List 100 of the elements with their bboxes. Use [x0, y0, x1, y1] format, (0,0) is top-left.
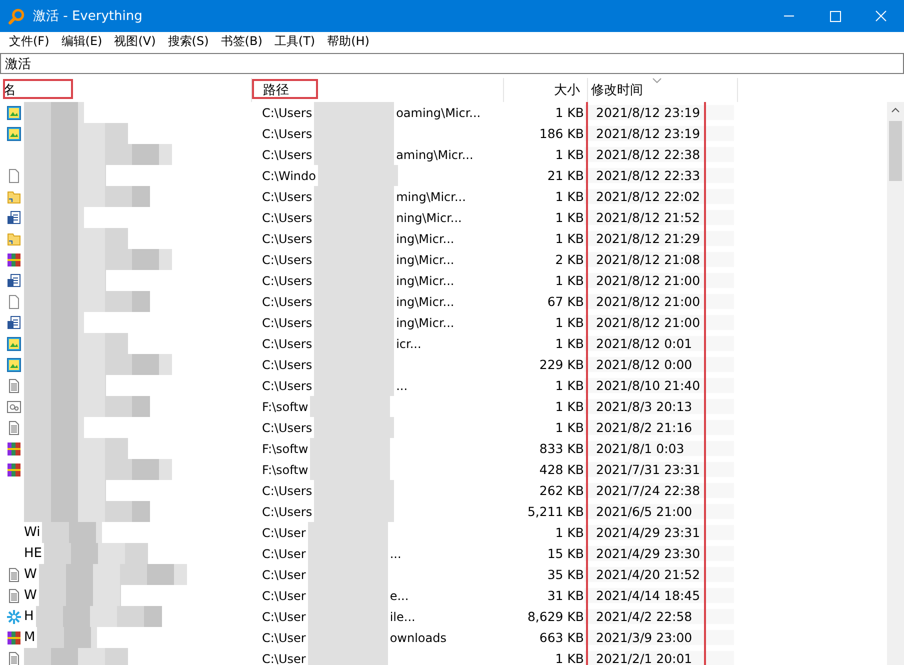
file-path: C:\User	[262, 630, 306, 644]
file-name: W	[24, 567, 37, 582]
file-path: ning\Micr...	[396, 210, 462, 224]
archive-icon	[6, 440, 22, 456]
modified-time: 2021/8/12 21:00	[596, 315, 700, 330]
column-header[interactable]: 修改时间	[588, 81, 646, 99]
magnifier-icon	[8, 8, 25, 24]
file-path: C:\User	[262, 546, 306, 560]
modified-time: 2021/2/1 20:01	[596, 651, 692, 665]
menu-item[interactable]: 工具(T)	[268, 33, 322, 50]
file-size: 1 KB	[555, 189, 584, 204]
archive-icon	[6, 462, 22, 478]
file-size: 229 KB	[539, 357, 584, 372]
file-path: ownloads	[390, 630, 446, 644]
file-path: C:\User	[262, 568, 306, 582]
modified-time: 2021/8/3 20:13	[596, 399, 692, 414]
modified-time: 2021/8/12 21:08	[596, 252, 700, 267]
file-path: C:\Users	[262, 484, 312, 498]
file-path: F:\softw	[262, 400, 308, 414]
file-path: ing\Micr...	[396, 252, 454, 266]
blank-icon	[6, 168, 22, 184]
file-size: 8,629 KB	[527, 609, 584, 624]
file-size: 1 KB	[555, 525, 584, 540]
file-path: C:\Users	[262, 190, 312, 204]
scrollbar[interactable]	[887, 102, 904, 665]
file-size: 1 KB	[555, 273, 584, 288]
column-header[interactable]: 大小	[551, 81, 583, 99]
file-size: 1 KB	[555, 210, 584, 225]
file-path: C:\Users	[262, 106, 312, 120]
file-path: C:\Users	[262, 316, 312, 330]
image-icon	[6, 356, 22, 372]
modified-time: 2021/8/12 22:38	[596, 147, 700, 162]
menu-item[interactable]: 搜索(S)	[162, 33, 215, 50]
modified-time: 2021/8/1 0:03	[596, 441, 684, 456]
file-size: 1 KB	[555, 231, 584, 246]
file-path: ing\Micr...	[396, 232, 454, 246]
modified-time: 2021/4/20 21:52	[596, 567, 700, 582]
image-icon	[6, 126, 22, 142]
modified-time: 2021/8/12 23:19	[596, 126, 700, 141]
modified-time: 2021/8/12 22:02	[596, 189, 700, 204]
text-icon	[6, 420, 22, 436]
file-path: C:\Users	[262, 294, 312, 308]
file-path: ing\Micr...	[396, 316, 454, 330]
modified-time: 2021/6/5 21:00	[596, 504, 692, 519]
file-path: oaming\Micr...	[396, 106, 481, 120]
file-size: 5,211 KB	[527, 504, 584, 519]
file-path: C:\Users	[262, 126, 312, 140]
file-path: C:\Users	[262, 232, 312, 246]
file-size: 2 KB	[555, 252, 584, 267]
file-path: ...	[396, 378, 408, 392]
menu-item[interactable]: 文件(F)	[3, 33, 56, 50]
file-size: 428 KB	[539, 462, 584, 477]
file-path: C:\Users	[262, 504, 312, 518]
modified-time: 2021/8/10 21:40	[596, 378, 700, 393]
file-path: ming\Micr...	[396, 190, 466, 204]
text-icon	[6, 588, 22, 604]
file-path: C:\Users	[262, 252, 312, 266]
file-path: ...	[390, 546, 402, 560]
file-name: H	[24, 609, 34, 624]
file-size: 833 KB	[539, 441, 584, 456]
menu-item[interactable]: 帮助(H)	[321, 33, 376, 50]
file-path: C:\Users	[262, 148, 312, 162]
star-icon	[6, 608, 22, 624]
file-size: 35 KB	[547, 567, 584, 582]
file-size: 1 KB	[555, 651, 584, 665]
file-path: ing\Micr...	[396, 294, 454, 308]
menu-item[interactable]: 书签(B)	[214, 33, 268, 50]
file-size: 21 KB	[547, 168, 584, 183]
file-path: aming\Micr...	[396, 148, 474, 162]
blank-icon	[6, 294, 22, 310]
file-size: 186 KB	[539, 126, 584, 141]
file-path: C:\User	[262, 652, 306, 665]
file-size: 1 KB	[555, 378, 584, 393]
modified-time: 2021/8/12 0:00	[596, 357, 692, 372]
file-path: C:\User	[262, 610, 306, 624]
file-size: 1 KB	[555, 315, 584, 330]
menu-item[interactable]: 视图(V)	[108, 33, 162, 50]
file-path: icr...	[396, 336, 422, 350]
file-size: 1 KB	[555, 399, 584, 414]
file-path: C:\Users	[262, 274, 312, 288]
scroll-thumb[interactable]	[889, 121, 902, 181]
image-icon	[6, 104, 22, 120]
folder-icon	[6, 188, 22, 204]
modified-time: 2021/8/12 21:29	[596, 231, 700, 246]
modified-time: 2021/4/14 18:45	[596, 588, 700, 603]
folder-icon	[6, 230, 22, 246]
archive-icon	[6, 252, 22, 268]
doc-icon	[6, 272, 22, 288]
modified-time: 2021/4/29 23:31	[596, 525, 700, 540]
search-field[interactable]: 激活	[0, 53, 904, 74]
column-header[interactable]: 路径	[260, 81, 292, 99]
doc-icon	[6, 210, 22, 226]
image-icon	[6, 336, 22, 352]
text-icon	[6, 566, 22, 582]
file-size: 1 KB	[555, 336, 584, 351]
window-title: 激活 - Everything	[33, 8, 142, 25]
menu-item[interactable]: 编辑(E)	[55, 33, 108, 50]
file-name: Wi	[24, 525, 40, 540]
archive-icon	[6, 630, 22, 646]
file-path: C:\Users	[262, 420, 312, 434]
